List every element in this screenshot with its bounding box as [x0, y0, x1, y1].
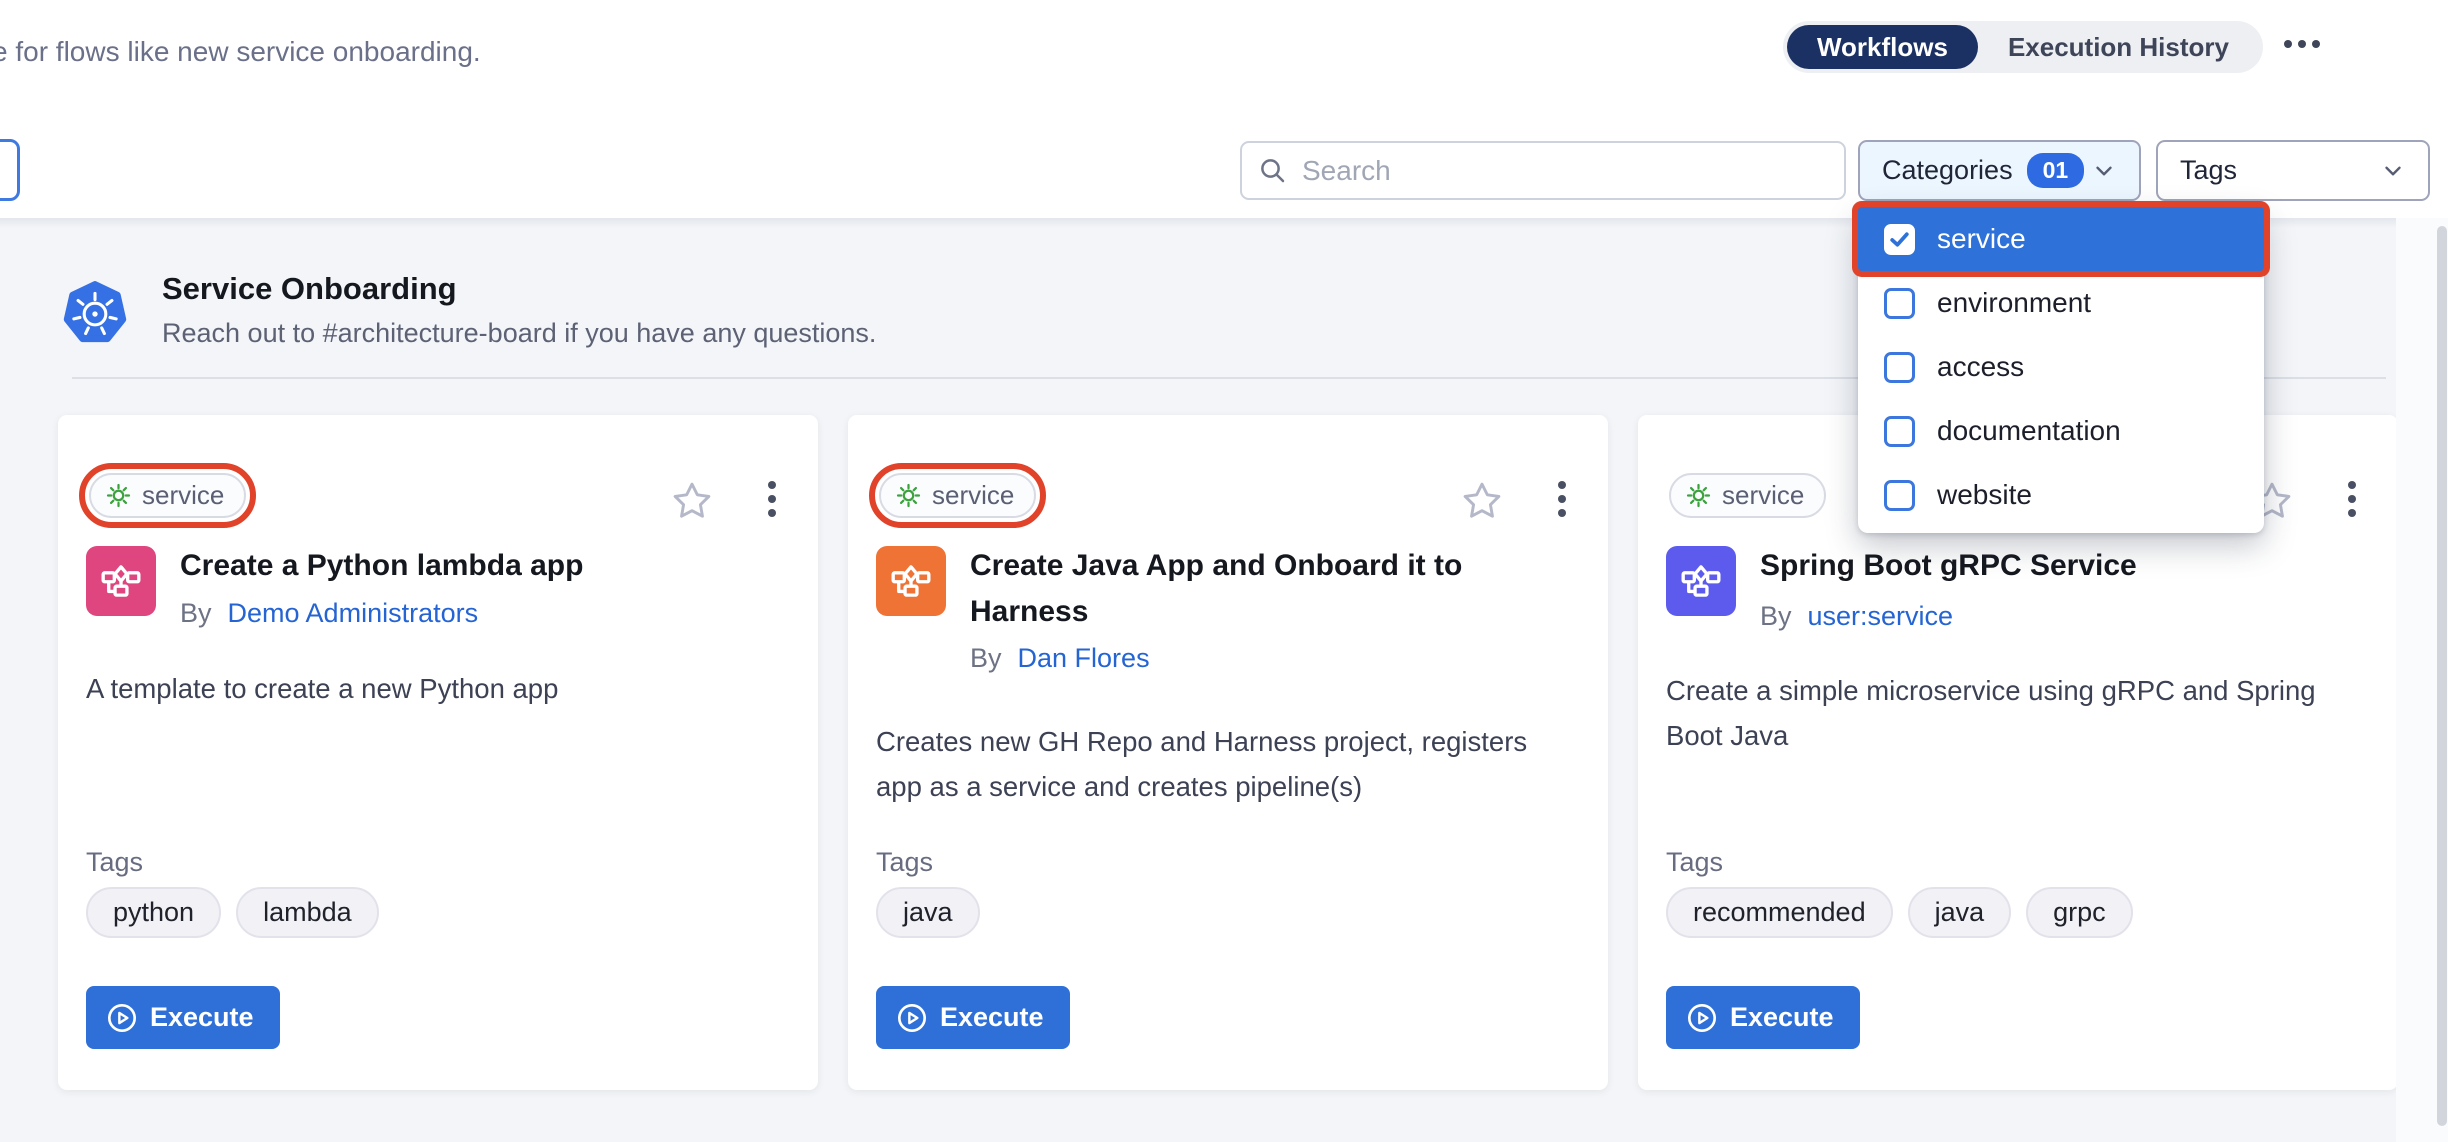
tags-section-label: Tags: [1666, 847, 1723, 878]
card-description: A template to create a new Python app: [86, 666, 790, 711]
execute-button[interactable]: Execute: [876, 986, 1070, 1049]
kebab-menu-icon[interactable]: [768, 481, 776, 517]
play-circle-icon: [1686, 1002, 1718, 1034]
author-link[interactable]: Demo Administrators: [228, 598, 479, 629]
gear-icon: [895, 482, 922, 509]
tab-workflows[interactable]: Workflows: [1787, 25, 1978, 69]
checkbox-unchecked[interactable]: [1884, 480, 1915, 511]
execute-label: Execute: [150, 1002, 254, 1033]
category-chip-label: service: [1722, 480, 1804, 511]
chevron-down-icon: [2091, 158, 2117, 184]
partial-button-left-edge[interactable]: [0, 139, 20, 201]
dropdown-item-environment[interactable]: environment: [1858, 271, 2264, 335]
execute-label: Execute: [940, 1002, 1044, 1033]
play-circle-icon: [896, 1002, 928, 1034]
search-input[interactable]: [1302, 155, 1828, 187]
search-box[interactable]: [1240, 141, 1846, 200]
tag-pill: lambda: [236, 887, 379, 938]
workflow-template-icon: [1666, 546, 1736, 616]
section-title: Service Onboarding: [162, 271, 457, 307]
category-chip[interactable]: service: [1669, 473, 1826, 518]
more-menu-icon[interactable]: [2284, 40, 2320, 48]
tags-section-label: Tags: [876, 847, 933, 878]
by-label: By: [1760, 601, 1792, 632]
gear-icon: [105, 482, 132, 509]
workflow-card: service Create Java App and Onboard it t…: [848, 415, 1608, 1090]
tab-execution-history[interactable]: Execution History: [1978, 25, 2259, 69]
scrollbar-gutter: [2396, 218, 2448, 1142]
tag-pill: python: [86, 887, 221, 938]
star-icon[interactable]: [1460, 479, 1504, 523]
card-description: Creates new GH Repo and Harness project,…: [876, 719, 1580, 809]
author-link[interactable]: user:service: [1808, 601, 1954, 632]
annotation-ring: service: [869, 463, 1046, 528]
star-icon[interactable]: [670, 479, 714, 523]
categories-dropdown: service environment access documentation…: [1858, 207, 2264, 533]
tag-pill: java: [1908, 887, 2012, 938]
gear-icon: [1685, 482, 1712, 509]
dropdown-item-label: website: [1937, 479, 2032, 511]
dropdown-item-website[interactable]: website: [1858, 463, 2264, 527]
execute-button[interactable]: Execute: [86, 986, 280, 1049]
category-chip-label: service: [142, 480, 224, 511]
by-label: By: [180, 598, 212, 629]
checkbox-checked[interactable]: [1884, 224, 1915, 255]
intro-text: e for flows like new service onboarding.: [0, 36, 481, 68]
search-icon: [1258, 156, 1288, 186]
dropdown-item-label: documentation: [1937, 415, 2121, 447]
annotation-ring: service: [79, 463, 256, 528]
checkbox-unchecked[interactable]: [1884, 288, 1915, 319]
tag-pill: recommended: [1666, 887, 1893, 938]
play-circle-icon: [106, 1002, 138, 1034]
checkbox-unchecked[interactable]: [1884, 416, 1915, 447]
tag-pill: grpc: [2026, 887, 2133, 938]
workflow-card: service Create a Python lambda app By De…: [58, 415, 818, 1090]
view-switcher: Workflows Execution History: [1783, 21, 2263, 73]
dropdown-item-service[interactable]: service: [1858, 207, 2264, 271]
card-title: Create Java App and Onboard it to Harnes…: [970, 543, 1582, 635]
checkbox-unchecked[interactable]: [1884, 352, 1915, 383]
execute-button[interactable]: Execute: [1666, 986, 1860, 1049]
chip-wrapper: service: [1659, 463, 1836, 528]
dropdown-item-access[interactable]: access: [1858, 335, 2264, 399]
card-title: Create a Python lambda app: [180, 543, 792, 589]
by-label: By: [970, 643, 1002, 674]
tag-pill: java: [876, 887, 980, 938]
author-link[interactable]: Dan Flores: [1018, 643, 1150, 674]
workflow-template-icon: [86, 546, 156, 616]
categories-filter-button[interactable]: Categories 01: [1858, 140, 2141, 201]
dropdown-item-label: access: [1937, 351, 2024, 383]
category-chip[interactable]: service: [879, 473, 1036, 518]
scrollbar[interactable]: [2437, 226, 2447, 1126]
workflow-template-icon: [876, 546, 946, 616]
category-chip[interactable]: service: [89, 473, 246, 518]
section-subtitle: Reach out to #architecture-board if you …: [162, 318, 876, 349]
execute-label: Execute: [1730, 1002, 1834, 1033]
dropdown-item-label: service: [1937, 223, 2026, 255]
categories-label: Categories: [1882, 155, 2013, 186]
tags-label: Tags: [2180, 155, 2237, 186]
dropdown-item-label: environment: [1937, 287, 2091, 319]
dropdown-item-documentation[interactable]: documentation: [1858, 399, 2264, 463]
chevron-down-icon: [2380, 158, 2406, 184]
card-title: Spring Boot gRPC Service: [1760, 543, 2372, 589]
tags-filter-button[interactable]: Tags: [2156, 140, 2430, 201]
kubernetes-icon: [62, 280, 128, 346]
kebab-menu-icon[interactable]: [2348, 481, 2356, 517]
category-chip-label: service: [932, 480, 1014, 511]
categories-count-badge: 01: [2027, 153, 2085, 188]
tags-section-label: Tags: [86, 847, 143, 878]
card-description: Create a simple microservice using gRPC …: [1666, 668, 2370, 758]
kebab-menu-icon[interactable]: [1558, 481, 1566, 517]
